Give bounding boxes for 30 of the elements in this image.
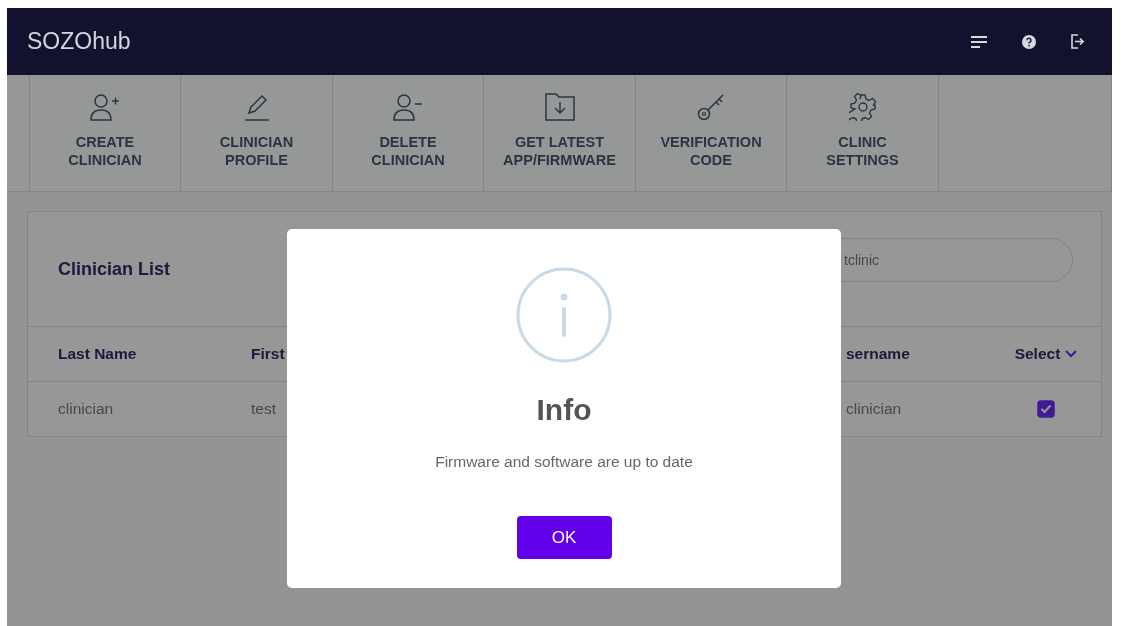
add-user-icon: [90, 93, 120, 121]
select-dropdown[interactable]: Select: [1013, 345, 1079, 363]
caret-icon: [1065, 350, 1078, 358]
logout-icon[interactable]: [1070, 34, 1084, 49]
card-title: Clinician List: [58, 258, 171, 280]
gear-icon: [848, 93, 877, 121]
table-cell: test: [251, 400, 276, 418]
column-header: First: [251, 345, 285, 363]
menu-icon[interactable]: [970, 34, 988, 49]
column-header: Last Name: [58, 345, 137, 363]
toolbar-button[interactable]: CLINICIAN PROFILE: [181, 75, 333, 191]
toolbar-button[interactable]: CREATE CLINICIAN: [29, 75, 182, 191]
toolbar-button[interactable]: VERIFICATION CODE: [635, 75, 788, 191]
download-folder-icon: [544, 93, 575, 121]
info-icon: [516, 267, 612, 363]
app-title: SOZOhub: [27, 28, 131, 55]
toolbar-button[interactable]: GET LATEST APP/FIRMWARE: [484, 75, 636, 191]
key-icon: [697, 93, 725, 121]
dialog-message: Firmware and software are up to date: [435, 453, 693, 471]
ok-button[interactable]: OK: [516, 516, 612, 559]
dialog-title: Info: [536, 393, 592, 427]
table-cell: clinician: [58, 400, 114, 418]
table-cell: clinician: [846, 400, 902, 418]
column-header: sername: [846, 345, 910, 363]
pencil-icon: [243, 93, 270, 121]
remove-user-icon: [393, 93, 423, 121]
help-icon[interactable]: [1022, 34, 1036, 49]
toolbar-button[interactable]: DELETE CLINICIAN: [332, 75, 485, 191]
toolbar-button[interactable]: CLINIC SETTINGS: [787, 75, 939, 191]
checkbox[interactable]: [1037, 400, 1055, 418]
